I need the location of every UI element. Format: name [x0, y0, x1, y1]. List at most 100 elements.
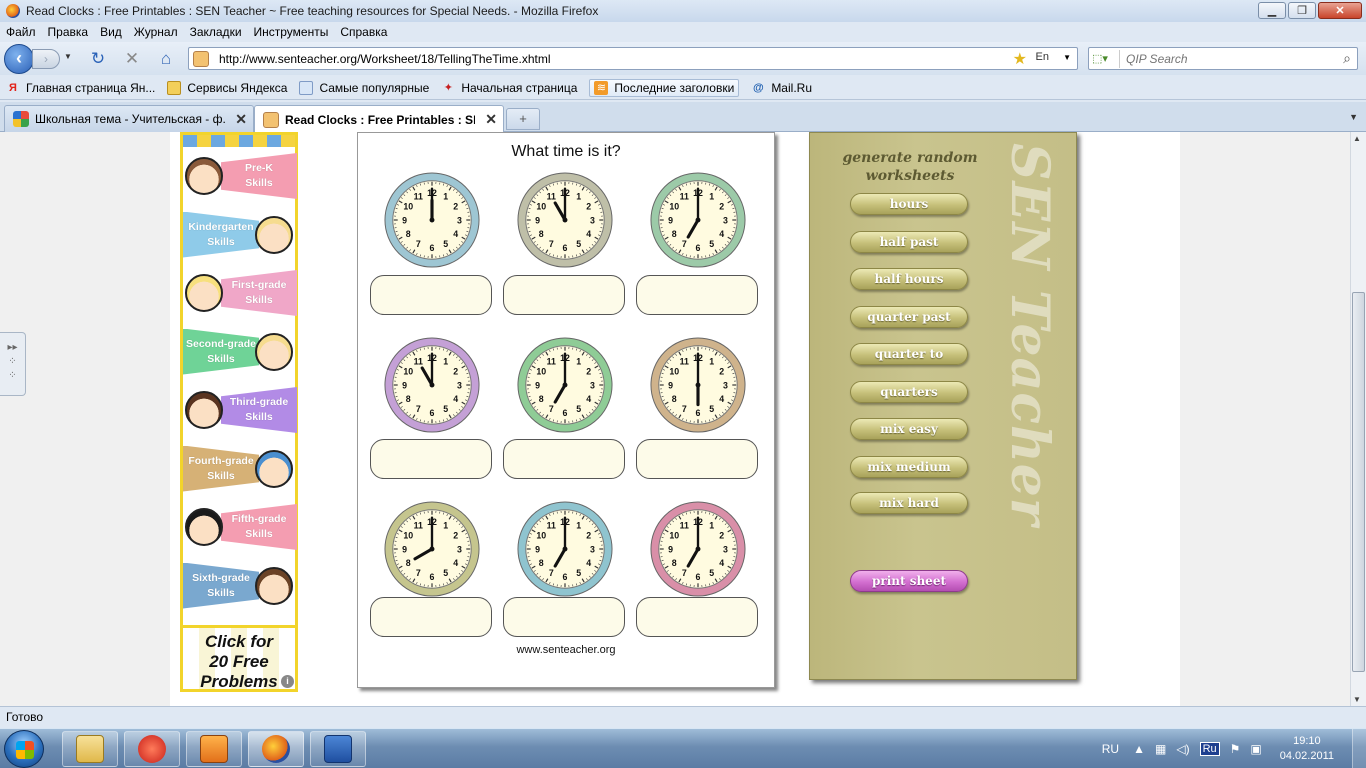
clock-number: 4	[719, 394, 724, 404]
tab-school-theme[interactable]: Школьная тема - Учительская - ф... ✕	[4, 105, 254, 132]
forward-button[interactable]: ›	[32, 49, 60, 69]
skill-link-sixth-grade[interactable]: Sixth-grade Skills	[183, 557, 295, 616]
search-bar[interactable]: ⬚▾ ⌕	[1088, 47, 1358, 70]
tab-read-clocks[interactable]: Read Clocks : Free Printables : SE... ✕	[254, 105, 504, 133]
bookmark-latest-headlines[interactable]: ≋ Последние заголовки	[589, 78, 740, 97]
bookmark-start-page[interactable]: ✦ Начальная страница	[441, 81, 578, 95]
clock-number: 9	[668, 215, 673, 225]
show-hidden-icons-icon[interactable]: ▲	[1133, 742, 1145, 756]
taskbar-media-player[interactable]	[186, 731, 242, 767]
skill-link-first-grade[interactable]: First-grade Skills	[183, 264, 297, 323]
bookmark-yandex-services[interactable]: Сервисы Яндекса	[167, 80, 287, 95]
language-indicator[interactable]: En	[1036, 51, 1049, 63]
show-desktop-button[interactable]	[1352, 729, 1366, 768]
maximize-button[interactable]: ❐	[1288, 2, 1316, 19]
new-tab-button[interactable]: +	[506, 108, 540, 130]
skill-link-kindergarten[interactable]: Kindergarten Skills	[183, 206, 295, 265]
taskbar-firefox[interactable]	[248, 731, 304, 767]
quarters-button[interactable]: quarters	[850, 381, 968, 403]
tray-app-icon[interactable]: ▣	[1250, 742, 1261, 756]
mix-easy-button[interactable]: mix easy	[850, 418, 968, 440]
generator-heading: generate random worksheets	[830, 149, 990, 185]
skill-banner: Kindergarten Skills	[183, 211, 259, 258]
taskbar-app-red[interactable]	[124, 731, 180, 767]
menu-bookmarks[interactable]: Закладки	[190, 25, 242, 39]
click-for-free-problems-link[interactable]: Click for 20 Free Problems i	[183, 625, 295, 691]
search-input[interactable]	[1126, 51, 1326, 66]
clock-number: 1	[576, 192, 581, 202]
child-face-icon	[255, 566, 293, 605]
print-sheet-button[interactable]: print sheet	[850, 570, 968, 592]
half-hours-button[interactable]: half hours	[850, 268, 968, 290]
keyboard-layout[interactable]: Ru	[1199, 742, 1220, 756]
system-clock[interactable]: 19:10 04.02.2011	[1280, 734, 1334, 764]
clock-number: 4	[453, 394, 458, 404]
history-dropdown-icon[interactable]: ▼	[64, 52, 72, 61]
skills-ad-banner[interactable]: Pre-K Skills Kindergarten Skills First-grade…	[180, 132, 298, 692]
action-center-flag-icon[interactable]: ⚑	[1230, 742, 1241, 756]
taskbar-word[interactable]	[310, 731, 366, 767]
clock-number: 2	[586, 367, 591, 377]
clock-number: 10	[669, 202, 679, 212]
ad-info-icon[interactable]: i	[281, 675, 294, 688]
menu-view[interactable]: Вид	[100, 25, 122, 39]
search-engine-icon[interactable]: ⬚▾	[1092, 49, 1120, 68]
clock-number: 8	[672, 558, 677, 568]
volume-icon[interactable]: ◁)	[1176, 742, 1189, 756]
clock-number: 2	[453, 202, 458, 212]
bookmark-star-icon[interactable]: ★	[1013, 49, 1027, 69]
taskbar-explorer[interactable]	[62, 731, 118, 767]
hours-button[interactable]: hours	[850, 193, 968, 215]
bookmark-popular[interactable]: Самые популярные	[299, 80, 429, 95]
close-button[interactable]: ✕	[1318, 2, 1362, 19]
address-bar[interactable]: ★ En ▼	[188, 47, 1078, 70]
tab-close-icon[interactable]: ✕	[485, 111, 497, 128]
clock-face-8: 121234567891011	[516, 500, 614, 598]
search-icon[interactable]: ⌕	[1343, 50, 1351, 67]
network-icon[interactable]: ▦	[1155, 742, 1166, 756]
minimize-button[interactable]: ▁	[1258, 2, 1286, 19]
menu-tools[interactable]: Инструменты	[254, 25, 329, 39]
quarter-past-button[interactable]: quarter past	[850, 306, 968, 328]
mix-medium-button[interactable]: mix medium	[850, 456, 968, 478]
mix-hard-button[interactable]: mix hard	[850, 492, 968, 514]
stop-icon[interactable]: ✕	[122, 49, 142, 69]
skill-link-fourth-grade[interactable]: Fourth-grade Skills	[183, 440, 295, 499]
bookmark-mailru[interactable]: @ Mail.Ru	[751, 81, 812, 95]
scroll-down-icon[interactable]: ▼	[1353, 695, 1361, 704]
menu-file[interactable]: Файл	[6, 25, 36, 39]
vertical-scrollbar[interactable]: ▲ ▼	[1350, 132, 1366, 706]
menu-edit[interactable]: Правка	[48, 25, 89, 39]
skills-list: Pre-K Skills Kindergarten Skills First-grade…	[183, 147, 297, 616]
tab-close-icon[interactable]: ✕	[235, 111, 247, 128]
start-button[interactable]	[4, 730, 44, 768]
half-past-button[interactable]: half past	[850, 231, 968, 253]
clock-number: 9	[535, 215, 540, 225]
menu-history[interactable]: Журнал	[134, 25, 178, 39]
clock-number: 10	[536, 202, 546, 212]
clock-number: 5	[576, 239, 581, 249]
skill-link-third-grade[interactable]: Third-grade Skills	[183, 381, 297, 440]
scrollbar-thumb[interactable]	[1352, 292, 1365, 672]
input-language[interactable]: RU	[1102, 742, 1119, 756]
page-margin-right	[1180, 132, 1350, 706]
scroll-up-icon[interactable]: ▲	[1353, 134, 1361, 143]
clock-number: 10	[403, 202, 413, 212]
sidebar-toggle-handle[interactable]: ▸▸ ⁘ ⁘	[0, 332, 26, 396]
clock-number: 5	[709, 568, 714, 578]
skill-link-second-grade[interactable]: Second-grade Skills	[183, 323, 295, 382]
reload-icon[interactable]: ↻	[88, 49, 108, 69]
quarter-to-button[interactable]: quarter to	[850, 343, 968, 365]
clock-number: 5	[709, 239, 714, 249]
url-input[interactable]	[219, 51, 999, 66]
tab-list-dropdown-icon[interactable]: ▼	[1349, 112, 1358, 122]
bookmark-yandex[interactable]: Я Главная страница Ян...	[6, 81, 155, 95]
back-button[interactable]: ‹	[4, 44, 34, 74]
home-icon[interactable]: ⌂	[156, 49, 176, 69]
url-dropdown-icon[interactable]: ▼	[1063, 53, 1071, 62]
menu-help[interactable]: Справка	[340, 25, 387, 39]
clock-number: 5	[443, 239, 448, 249]
skill-link-fifth-grade[interactable]: Fifth-grade Skills	[183, 498, 297, 557]
skill-link-pre-k[interactable]: Pre-K Skills	[183, 147, 297, 206]
clock-number: 8	[672, 229, 677, 239]
